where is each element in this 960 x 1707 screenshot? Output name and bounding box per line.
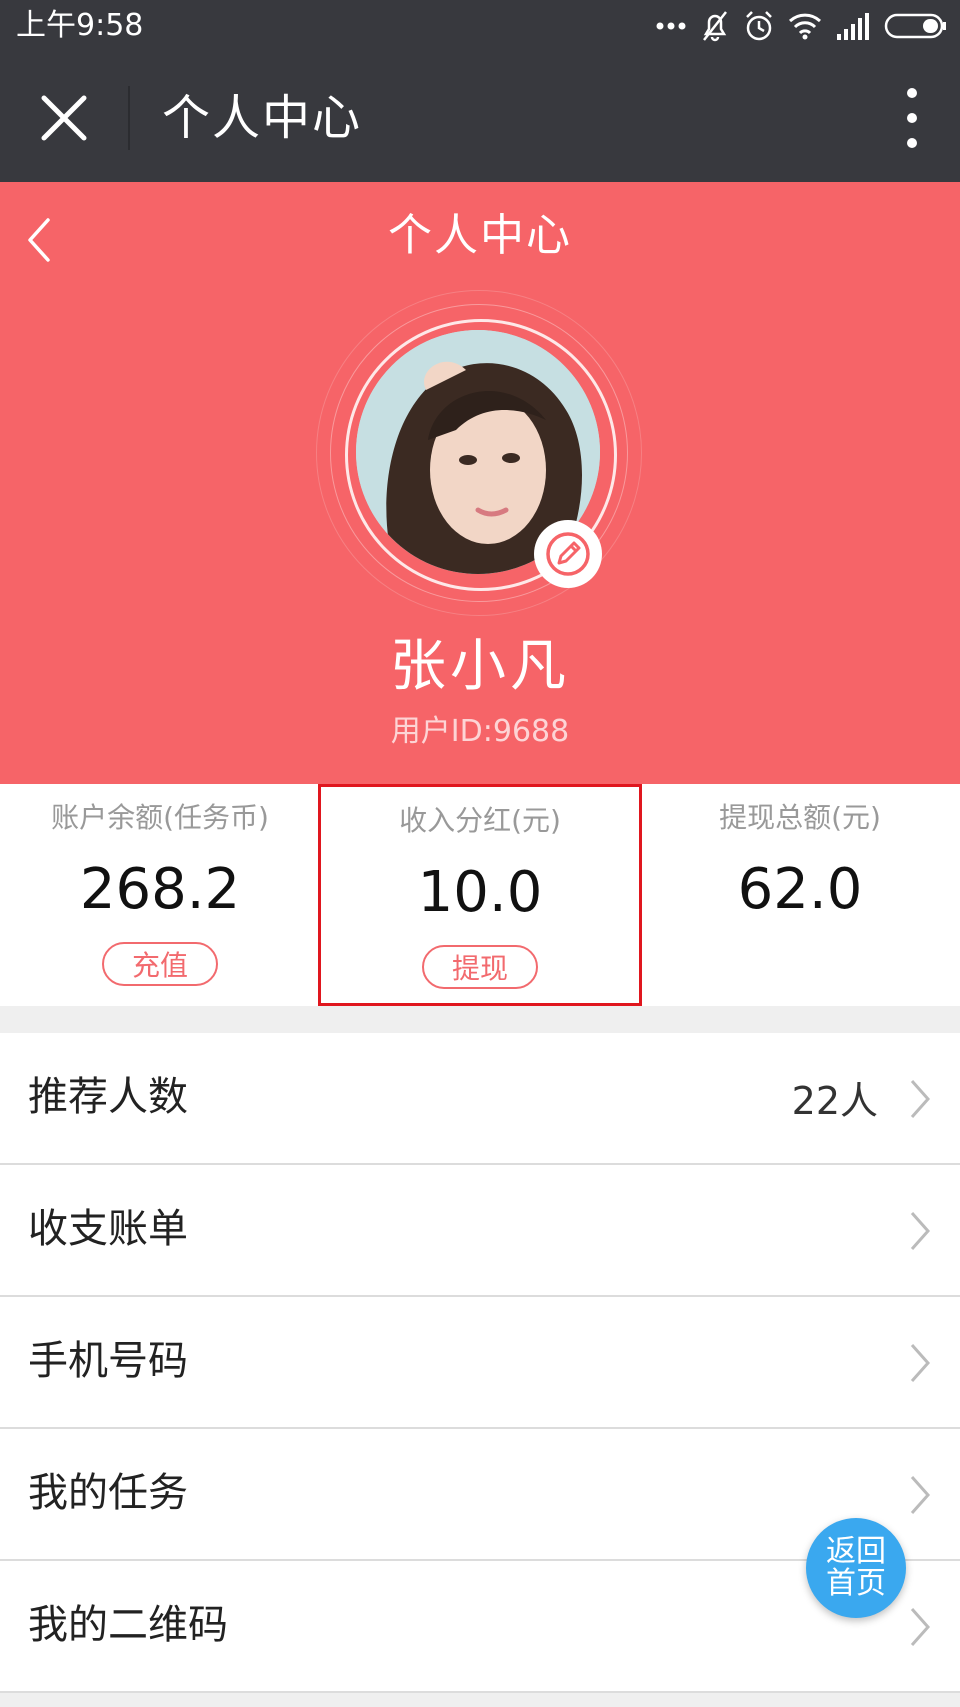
stat-label: 账户余额(任务币) [51,801,269,834]
more-dots-icon [656,22,686,30]
stat-value: 10.0 [417,860,543,925]
user-name: 张小凡 [390,634,570,699]
menu-item-label: 推荐人数 [28,1074,188,1120]
menu-item-phone[interactable]: 手机号码 [0,1297,960,1429]
profile-header: 个人中心 张小凡 用户ID:9688 [0,182,960,784]
home-button-line2: 首页 [826,1566,886,1601]
stat-label: 收入分红(元) [399,804,561,837]
wifi-icon [788,13,822,40]
stat-value: 268.2 [79,857,241,922]
chevron-right-icon [910,1212,931,1250]
stat-balance: 账户余额(任务币) 268.2 充值 [0,784,320,1006]
recharge-button[interactable]: 充值 [102,942,218,986]
bell-muted-icon [703,11,727,42]
menu-item-value: 22人 [791,1079,878,1123]
withdraw-button[interactable]: 提现 [422,945,538,989]
close-icon[interactable] [36,90,92,146]
status-time: 上午9:58 [16,8,144,43]
title-bar: 个人中心 [0,52,960,182]
stat-label: 提现总额(元) [719,801,881,834]
alarm-clock-icon [746,11,772,41]
menu-item-label: 我的任务 [28,1470,188,1516]
signal-icon [837,13,869,40]
menu-item-label: 手机号码 [28,1338,188,1384]
chevron-right-icon [910,1344,931,1382]
account-stats: 账户余额(任务币) 268.2 充值 收入分红(元) 10.0 提现 提现总额(… [0,784,960,1006]
window-title: 个人中心 [162,90,363,146]
more-vertical-icon[interactable] [900,88,924,148]
status-bar: 上午9:58 [0,0,960,52]
stat-withdraw-total: 提现总额(元) 62.0 [640,784,960,1006]
menu-item-label: 收支账单 [28,1206,188,1252]
page-title: 个人中心 [388,210,572,261]
status-icons [656,6,948,46]
battery-icon [884,13,946,39]
menu-item-referrals[interactable]: 推荐人数 22人 [0,1033,960,1165]
title-divider [128,86,130,150]
chevron-right-icon [910,1476,931,1514]
home-button-line1: 返回 [826,1534,886,1569]
chevron-right-icon [910,1608,931,1646]
back-to-home-button[interactable]: 返回 首页 [806,1518,906,1618]
stat-dividend: 收入分红(元) 10.0 提现 [318,784,642,1006]
edit-avatar-button[interactable] [534,520,602,588]
chevron-right-icon [910,1080,931,1118]
edit-pencil-icon [546,532,590,576]
menu-item-label: 我的二维码 [28,1602,228,1648]
user-id: 用户ID:9688 [390,714,570,749]
stat-value: 62.0 [737,857,863,922]
menu-item-bills[interactable]: 收支账单 [0,1165,960,1297]
personal-center-screen: 上午9:58 个人中心 个人中心 张小凡 用户ID:9688 账户余额(任务币)… [0,0,960,1707]
